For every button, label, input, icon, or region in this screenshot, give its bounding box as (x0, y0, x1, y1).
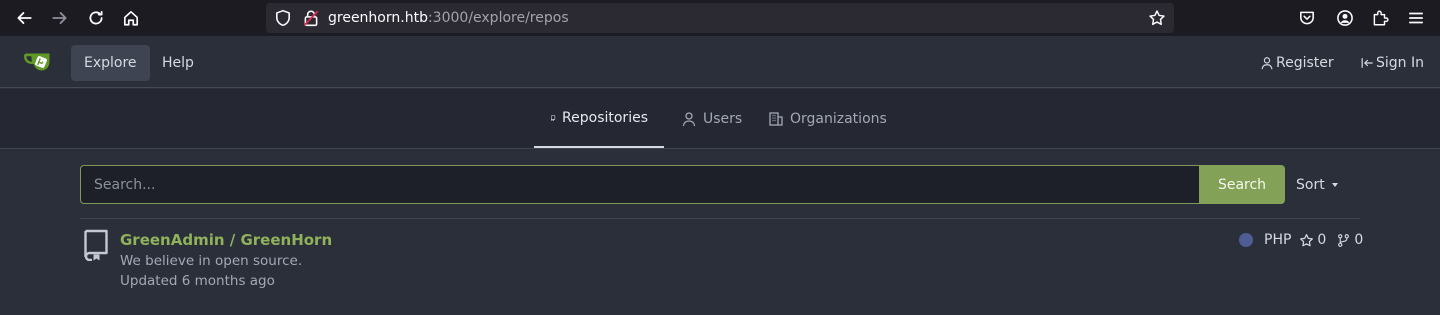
divider (80, 218, 1360, 219)
sort-label: Sort (1296, 176, 1325, 193)
extensions-button[interactable] (1366, 4, 1394, 32)
account-icon (1337, 10, 1353, 26)
insecure-lock-icon[interactable] (302, 9, 320, 27)
forward-button[interactable] (46, 4, 74, 32)
tab-repositories[interactable]: Repositories (534, 89, 664, 148)
site-header: Explore Help Register Sign In (0, 36, 1440, 88)
home-icon (123, 10, 139, 26)
person-icon (682, 111, 696, 126)
reload-button[interactable] (82, 4, 110, 32)
repo-language: PHP (1264, 232, 1292, 248)
menu-button[interactable] (1402, 4, 1430, 32)
register-link[interactable]: Register (1260, 45, 1334, 81)
reload-icon (89, 10, 103, 25)
repo-meta: PHP 0 0 (1236, 230, 1363, 250)
organization-icon (769, 111, 783, 126)
repo-forks-count[interactable]: 0 (1354, 232, 1363, 248)
fork-icon[interactable] (1336, 233, 1351, 248)
sign-in-icon (1361, 58, 1373, 68)
url-text[interactable]: greenhorn.htb:3000/explore/repos (328, 9, 569, 27)
bookmark-star-icon[interactable] (1148, 9, 1166, 27)
hamburger-icon (1408, 12, 1424, 24)
star-icon[interactable] (1299, 233, 1314, 248)
puzzle-icon (1373, 10, 1389, 26)
search-button[interactable]: Search (1199, 165, 1285, 204)
tab-label: Repositories (562, 109, 648, 126)
repo-title-link[interactable]: GreenAdmin / GreenHorn (120, 231, 332, 249)
search-input[interactable] (80, 165, 1200, 204)
explore-tabs: Repositories Users Organizations (0, 89, 1440, 149)
tab-label: Organizations (790, 110, 887, 127)
pocket-button[interactable] (1293, 4, 1321, 32)
repo-icon (84, 229, 108, 261)
browser-toolbar: greenhorn.htb:3000/explore/repos (0, 0, 1440, 36)
back-button[interactable] (10, 4, 38, 32)
arrow-right-icon (52, 12, 67, 24)
register-label: Register (1276, 55, 1334, 71)
gitea-logo-icon[interactable] (22, 48, 54, 76)
tab-users[interactable]: Users (665, 89, 758, 148)
nav-help[interactable]: Help (149, 45, 207, 81)
shield-icon[interactable] (274, 9, 292, 27)
tab-organizations[interactable]: Organizations (752, 89, 903, 148)
repo-icon (551, 114, 556, 121)
signin-link[interactable]: Sign In (1360, 45, 1424, 81)
repo-description: We believe in open source. (120, 253, 303, 269)
repo-stars-count[interactable]: 0 (1317, 232, 1326, 248)
language-color-dot (1239, 233, 1253, 247)
url-host: greenhorn.htb (328, 10, 428, 26)
tab-label: Users (703, 110, 743, 127)
pocket-icon (1300, 11, 1314, 25)
person-icon (1261, 57, 1273, 70)
url-path: :3000/explore/repos (427, 10, 569, 26)
caret-down-icon (1331, 183, 1338, 187)
signin-label: Sign In (1376, 55, 1424, 71)
nav-explore[interactable]: Explore (71, 45, 150, 81)
home-button[interactable] (117, 4, 145, 32)
arrow-left-icon (17, 12, 32, 24)
account-button[interactable] (1331, 4, 1359, 32)
repo-updated-time: Updated 6 months ago (120, 273, 275, 289)
sort-dropdown[interactable]: Sort (1296, 165, 1338, 204)
url-bar[interactable]: greenhorn.htb:3000/explore/repos (266, 3, 1174, 33)
